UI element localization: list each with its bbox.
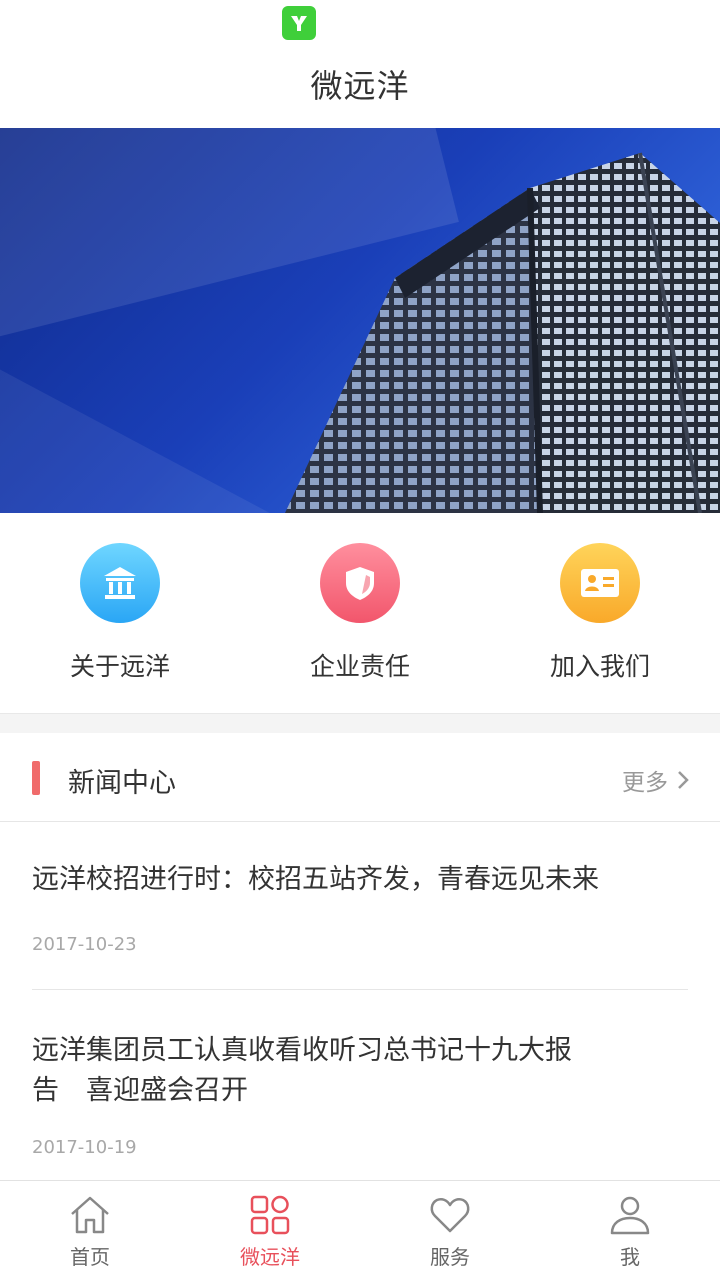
shortcut-grid: 关于远洋 企业责任 加入我们	[0, 513, 720, 713]
section-divider	[0, 713, 720, 733]
bank-icon	[80, 543, 160, 623]
tab-label: 我	[620, 1245, 640, 1269]
section-accent-bar	[32, 761, 40, 795]
person-icon	[610, 1196, 650, 1235]
news-section-header: 新闻中心 更多	[0, 733, 720, 822]
shortcut-about[interactable]: 关于远洋	[0, 513, 240, 713]
id-card-icon	[560, 543, 640, 623]
news-date: 2017-10-23	[32, 934, 137, 955]
news-item[interactable]: 远洋校招进行时：校招五站齐发，青春远见未来	[32, 860, 688, 900]
news-headline: 远洋校招进行时：校招五站齐发，青春远见未来	[32, 864, 599, 895]
news-date-row: 2017-10-23	[32, 934, 688, 955]
tab-me[interactable]: 我	[540, 1181, 720, 1280]
news-date: 2017-10-19	[32, 1137, 137, 1158]
shortcut-label: 企业责任	[309, 652, 410, 681]
home-icon	[71, 1196, 109, 1234]
news-section-title: 新闻中心	[68, 768, 176, 799]
title-bar: 微远洋	[0, 40, 720, 128]
shortcut-join[interactable]: 加入我们	[480, 513, 720, 713]
shortcut-label: 加入我们	[549, 652, 650, 681]
more-label: 更多	[622, 770, 668, 796]
tab-service[interactable]: 服务	[360, 1181, 540, 1280]
banner-carousel[interactable]	[0, 128, 720, 513]
heart-icon	[430, 1197, 470, 1233]
tab-weiyuanyang[interactable]: 微远洋	[180, 1181, 360, 1280]
building-image	[285, 152, 720, 513]
grid-icon	[250, 1195, 290, 1235]
news-date-row: 2017-10-19	[32, 1137, 688, 1158]
news-item[interactable]: 远洋集团员工认真收看收听习总书记十九大报 告 喜迎盛会召开	[32, 1031, 688, 1111]
tab-label: 微远洋	[240, 1245, 300, 1269]
tab-label: 首页	[70, 1245, 110, 1269]
bottom-tab-bar: 首页 微远洋 服务 我	[0, 1180, 720, 1280]
news-headline-continued: 告 喜迎盛会召开	[32, 1075, 248, 1106]
shield-icon	[320, 543, 400, 623]
page-title: 微远洋	[310, 67, 410, 105]
tab-label: 服务	[430, 1245, 470, 1269]
more-link[interactable]: 更多	[622, 763, 690, 797]
shortcut-responsibility[interactable]: 企业责任	[240, 513, 480, 713]
chevron-right-icon	[678, 771, 689, 789]
news-headline: 远洋集团员工认真收看收听习总书记十九大报	[32, 1035, 572, 1066]
shortcut-label: 关于远洋	[69, 652, 170, 681]
tab-home[interactable]: 首页	[0, 1181, 180, 1280]
app-notification-icon	[282, 6, 316, 40]
list-divider	[32, 989, 688, 990]
